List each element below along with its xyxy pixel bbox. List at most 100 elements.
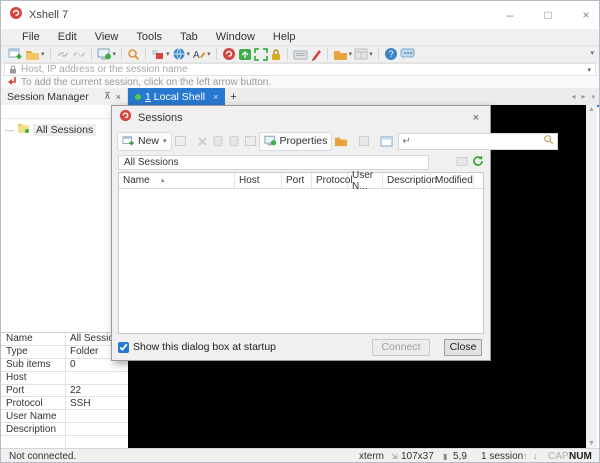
tab-nav-left-icon[interactable]: ◂	[571, 92, 575, 101]
dialog-close-icon[interactable]: ×	[469, 112, 483, 124]
col-username[interactable]: User N...	[348, 173, 383, 188]
sessions-folder-icon	[17, 122, 30, 137]
feedback-icon[interactable]	[399, 46, 416, 62]
tab-band: Session Manager ⊼ × 1 Local Shell × + ◂ …	[1, 88, 599, 105]
dialog-path-bar[interactable]: All Sessions	[118, 155, 429, 170]
web-browser-icon[interactable]: ▾	[171, 46, 192, 62]
dialog-title-bar[interactable]: Sessions ×	[112, 106, 490, 129]
reconnect-icon[interactable]	[55, 46, 71, 62]
startup-checkbox[interactable]	[118, 342, 129, 353]
session-manager-panel: — All Sessions NameAll Sessions TypeFold…	[1, 105, 128, 448]
dialog-remove-icon[interactable]	[356, 135, 372, 147]
session-properties-icon[interactable]: ▾	[96, 46, 118, 62]
terminal-size: 107x37	[401, 451, 434, 462]
pin-icon[interactable]: ⊼	[104, 91, 111, 102]
dialog-import-icon[interactable]	[172, 135, 189, 147]
layout-icon[interactable]: ▾	[353, 46, 374, 62]
compose-icon[interactable]: A▾	[191, 46, 212, 62]
lock-screen-icon[interactable]	[269, 46, 283, 62]
col-host[interactable]: Host	[235, 173, 282, 188]
menu-view[interactable]: View	[86, 29, 128, 45]
sort-ascending-icon: ▲	[160, 178, 166, 184]
startup-checkbox-label: Show this dialog box at startup	[133, 341, 276, 353]
tab-nav-right-icon[interactable]: ▸	[581, 92, 585, 101]
menu-tools[interactable]: Tools	[127, 29, 171, 45]
menu-tab[interactable]: Tab	[171, 29, 207, 45]
new-file-transfer-dropdown[interactable]: ▾	[166, 50, 170, 58]
dialog-properties-button[interactable]: Properties	[259, 132, 333, 151]
col-description[interactable]: Description	[383, 173, 431, 188]
sessions-table[interactable]: Name▲ Host Port Protocol User N... Descr…	[118, 172, 484, 334]
col-protocol[interactable]: Protocol	[312, 173, 348, 188]
dialog-new-dropdown[interactable]: ▾	[163, 137, 167, 145]
compose-dropdown[interactable]: ▾	[207, 50, 211, 58]
maximize-button[interactable]: □	[541, 8, 555, 22]
folder-options-icon[interactable]: ▾	[332, 46, 354, 62]
dialog-new-folder-icon[interactable]	[332, 135, 350, 147]
prop-row-name: NameAll Sessions	[1, 333, 128, 346]
info-bar: To add the current session, click on the…	[1, 76, 599, 88]
xshell-app-icon	[9, 6, 23, 25]
highlight-pen-icon[interactable]	[309, 46, 323, 62]
open-folder-dropdown[interactable]: ▾	[41, 50, 45, 58]
menu-help[interactable]: Help	[264, 29, 305, 45]
dialog-refresh-icon[interactable]	[472, 154, 484, 172]
minimize-button[interactable]: –	[503, 8, 517, 22]
layout-dropdown[interactable]: ▾	[369, 50, 373, 58]
dialog-new-button[interactable]: New ▾	[117, 132, 172, 151]
new-file-transfer-icon[interactable]: ▾	[150, 46, 171, 62]
tree-item-label: All Sessions	[33, 124, 96, 136]
menu-file[interactable]: File	[13, 29, 49, 45]
scrollbar-up-icon[interactable]: ▲	[586, 106, 597, 113]
session-count: 1 session	[481, 451, 523, 462]
col-port[interactable]: Port	[282, 173, 312, 188]
address-dropdown-icon[interactable]: ▾	[587, 66, 591, 74]
col-modified[interactable]: Modified	[431, 173, 474, 188]
menu-edit[interactable]: Edit	[49, 29, 86, 45]
dialog-copy-icon[interactable]	[226, 135, 242, 147]
tree-expander[interactable]: —	[5, 125, 14, 135]
close-dialog-button[interactable]: Close	[444, 339, 482, 356]
keyboard-icon[interactable]	[292, 46, 309, 62]
dialog-cut-icon[interactable]	[210, 135, 226, 147]
dialog-delete-icon[interactable]	[195, 136, 210, 147]
close-button[interactable]: ×	[579, 8, 593, 22]
xftp-icon[interactable]	[237, 46, 253, 62]
cursor-position: 5,9	[453, 451, 467, 462]
terminal-scrollbar[interactable]: ▲ ▼	[586, 105, 597, 448]
scrollbar-down-icon[interactable]: ▼	[586, 440, 597, 447]
connect-button[interactable]: Connect	[372, 339, 430, 356]
tab-close-icon[interactable]: ×	[213, 92, 218, 102]
toolbar-overflow-icon[interactable]: ▾	[590, 49, 594, 57]
xshell-icon[interactable]	[221, 46, 237, 62]
session-properties-dropdown[interactable]: ▾	[113, 50, 117, 58]
address-input[interactable]	[21, 64, 587, 75]
return-key-icon: ↵	[402, 136, 410, 147]
dialog-search-box[interactable]: ↵	[398, 133, 557, 150]
new-tab-button[interactable]: +	[225, 88, 241, 105]
dialog-folder-up-icon[interactable]	[456, 154, 468, 172]
col-name[interactable]: Name▲	[119, 173, 235, 188]
open-folder-icon[interactable]: ▾	[24, 46, 46, 62]
title-bar: Xshell 7 – □ ×	[1, 1, 599, 29]
connection-status: Not connected.	[9, 451, 76, 462]
startup-checkbox-wrap[interactable]: Show this dialog box at startup	[118, 341, 372, 353]
menu-window[interactable]: Window	[207, 29, 264, 45]
folder-options-dropdown[interactable]: ▾	[349, 50, 353, 58]
disconnect-all-icon[interactable]	[71, 46, 87, 62]
help-icon[interactable]: ?	[383, 46, 399, 62]
find-icon[interactable]	[126, 46, 141, 62]
dialog-title: Sessions	[138, 112, 463, 124]
tab-list-dropdown-icon[interactable]: ▾	[591, 93, 595, 101]
dialog-paste-icon[interactable]	[242, 135, 259, 147]
fullscreen-icon[interactable]	[253, 46, 269, 62]
panel-close-icon[interactable]: ×	[116, 92, 121, 102]
address-field[interactable]: ▾	[4, 63, 596, 76]
svg-text:?: ?	[388, 49, 393, 59]
tab-local-shell[interactable]: 1 Local Shell ×	[128, 88, 225, 105]
web-browser-dropdown[interactable]: ▾	[187, 50, 191, 58]
dialog-view-icon[interactable]	[378, 136, 395, 147]
address-row: ▾	[1, 63, 599, 76]
tree-item-all-sessions[interactable]: — All Sessions	[5, 122, 96, 137]
dialog-search-input[interactable]	[411, 136, 543, 147]
